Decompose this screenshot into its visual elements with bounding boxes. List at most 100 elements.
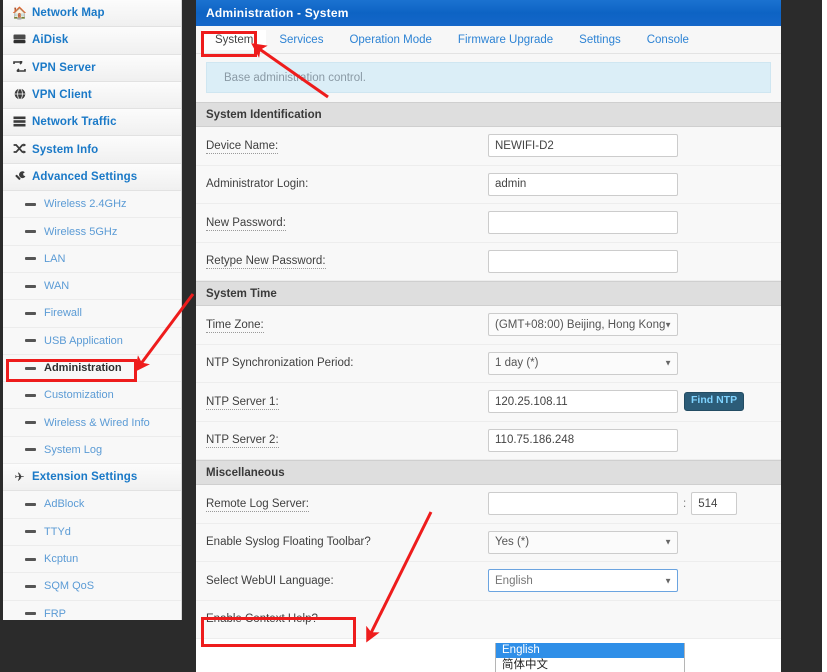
sidebar-item-system-info[interactable]: System Info	[3, 136, 181, 164]
sidebar-item-system-log[interactable]: System Log	[3, 436, 181, 465]
tab-services[interactable]: Services	[266, 30, 336, 50]
dash-icon	[25, 502, 36, 506]
sidebar-item-label: Kcptun	[44, 553, 79, 566]
row-retype-new-password: Retype New Password:	[196, 242, 781, 281]
tab-operation-mode[interactable]: Operation Mode	[336, 30, 444, 50]
sidebar-item-label: AiDisk	[32, 34, 69, 47]
label-ntp-server-2: NTP Server 2:	[206, 434, 279, 449]
sidebar-item-label: Network Traffic	[32, 116, 117, 129]
sidebar-item-vpn-client[interactable]: VPN Client	[3, 81, 181, 110]
dash-icon	[25, 284, 36, 288]
dash-icon	[25, 612, 36, 616]
new-password-input[interactable]	[488, 211, 678, 235]
tab-settings[interactable]: Settings	[566, 30, 634, 50]
webui-language-dropdown-list[interactable]: English 简体中文	[495, 643, 685, 672]
row-new-password: New Password:	[196, 204, 781, 243]
row-ntp-server-2: NTP Server 2:	[196, 421, 781, 460]
sidebar-item-label: Customization	[44, 389, 114, 402]
chevron-down-icon: ▼	[664, 537, 672, 547]
sidebar-item-administration[interactable]: Administration	[3, 354, 181, 383]
label-time-zone: Time Zone:	[206, 318, 264, 333]
sidebar-item-label: Advanced Settings	[32, 170, 138, 183]
administrator-login-input[interactable]	[488, 172, 678, 196]
tab-firmware-upgrade[interactable]: Firmware Upgrade	[445, 30, 566, 50]
sidebar-item-wan[interactable]: WAN	[3, 272, 181, 301]
sidebar-item-wireless-wired-info[interactable]: Wireless & Wired Info	[3, 409, 181, 437]
sidebar-item-kcptun[interactable]: Kcptun	[3, 545, 181, 574]
row-remote-log-server: Remote Log Server: :	[196, 485, 781, 524]
dash-icon	[25, 557, 36, 561]
sidebar-item-aidisk[interactable]: AiDisk	[3, 27, 181, 55]
time-zone-value: (GMT+08:00) Beijing, Hong Kong	[495, 318, 666, 331]
field-webui-language: English ▼	[488, 569, 678, 593]
row-device-name: Device Name:	[196, 127, 781, 166]
sidebar-nav: 🏠 Network Map AiDisk VPN Server VPN Clie…	[3, 0, 182, 620]
label-device-name: Device Name:	[206, 139, 279, 154]
dash-icon	[25, 257, 36, 261]
sidebar-item-label: SQM QoS	[44, 580, 95, 593]
infobar-wrapper: Base administration control.	[196, 54, 781, 102]
webui-language-value: English	[495, 574, 533, 587]
tab-system[interactable]: System	[202, 29, 267, 50]
sidebar-item-label: VPN Client	[32, 89, 92, 102]
home-icon: 🏠	[12, 6, 27, 21]
ntp-period-select[interactable]: 1 day (*) ▼	[488, 351, 678, 375]
sidebar-item-label: System Log	[44, 443, 103, 456]
port-separator: :	[683, 497, 687, 510]
dash-icon	[25, 393, 36, 397]
sidebar-item-frp[interactable]: FRP	[3, 600, 181, 620]
remote-log-server-input[interactable]	[488, 492, 678, 516]
field-ntp-period: 1 day (*) ▼	[488, 351, 678, 375]
sidebar-item-label: TTYd	[44, 525, 71, 538]
exchange-icon	[11, 59, 28, 74]
wrench-icon	[11, 170, 28, 184]
device-name-input[interactable]	[488, 134, 678, 158]
sidebar-item-wireless-5ghz[interactable]: Wireless 5GHz	[3, 218, 181, 246]
chevron-down-icon: ▼	[664, 358, 672, 368]
label-remote-log-server: Remote Log Server:	[206, 497, 309, 512]
sidebar-item-label: Extension Settings	[32, 471, 138, 484]
sidebar-item-extension-settings[interactable]: ✈ Extension Settings	[3, 464, 181, 492]
sidebar-item-wireless-24ghz[interactable]: Wireless 2.4GHz	[3, 191, 181, 219]
label-webui-language: Select WebUI Language:	[206, 574, 334, 587]
sidebar-item-lan[interactable]: LAN	[3, 245, 181, 273]
field-ntp-server-1: Find NTP	[488, 390, 745, 414]
ntp-server-2-input[interactable]	[488, 428, 678, 452]
find-ntp-button[interactable]: Find NTP	[684, 392, 745, 412]
sidebar-item-customization[interactable]: Customization	[3, 382, 181, 410]
time-zone-select[interactable]: (GMT+08:00) Beijing, Hong Kong ▼	[488, 313, 678, 337]
retype-new-password-input[interactable]	[488, 249, 678, 273]
sidebar-item-network-map[interactable]: 🏠 Network Map	[3, 0, 181, 28]
hard-drive-icon	[11, 34, 28, 46]
tab-bar: System Services Operation Mode Firmware …	[196, 26, 781, 54]
sidebar-item-network-traffic[interactable]: Network Traffic	[3, 109, 181, 137]
sidebar-item-adblock[interactable]: AdBlock	[3, 491, 181, 519]
field-syslog-floating-toolbar: Yes (*) ▼	[488, 530, 678, 554]
sidebar-item-label: AdBlock	[44, 498, 85, 511]
field-new-password	[488, 211, 678, 235]
webui-language-select[interactable]: English ▼	[488, 569, 678, 593]
label-ntp-period: NTP Synchronization Period:	[206, 357, 354, 370]
right-background-strip	[822, 0, 827, 672]
dash-icon	[25, 448, 36, 452]
page-title: Administration - System	[196, 0, 781, 26]
syslog-floating-toolbar-value: Yes (*)	[495, 536, 530, 549]
label-syslog-floating-toolbar: Enable Syslog Floating Toolbar?	[206, 536, 371, 549]
language-option-chinese[interactable]: 简体中文	[496, 658, 684, 672]
tab-console[interactable]: Console	[634, 30, 702, 50]
sidebar-item-label: System Info	[32, 143, 99, 156]
remote-log-port-input[interactable]	[691, 492, 738, 516]
sidebar-item-sqm-qos[interactable]: SQM QoS	[3, 573, 181, 601]
sidebar-item-ttyd[interactable]: TTYd	[3, 518, 181, 546]
ntp-server-1-input[interactable]	[488, 390, 678, 414]
sidebar-item-advanced-settings[interactable]: Advanced Settings	[3, 163, 181, 192]
syslog-floating-toolbar-select[interactable]: Yes (*) ▼	[488, 530, 678, 554]
sidebar-item-usb-application[interactable]: USB Application	[3, 327, 181, 355]
field-retype-new-password	[488, 249, 678, 273]
language-option-english[interactable]: English	[496, 643, 684, 658]
dash-icon	[25, 202, 36, 206]
sidebar-item-firewall[interactable]: Firewall	[3, 300, 181, 328]
label-administrator-login: Administrator Login:	[206, 178, 309, 191]
sidebar-item-vpn-server[interactable]: VPN Server	[3, 54, 181, 82]
section-header-miscellaneous: Miscellaneous	[196, 460, 781, 485]
